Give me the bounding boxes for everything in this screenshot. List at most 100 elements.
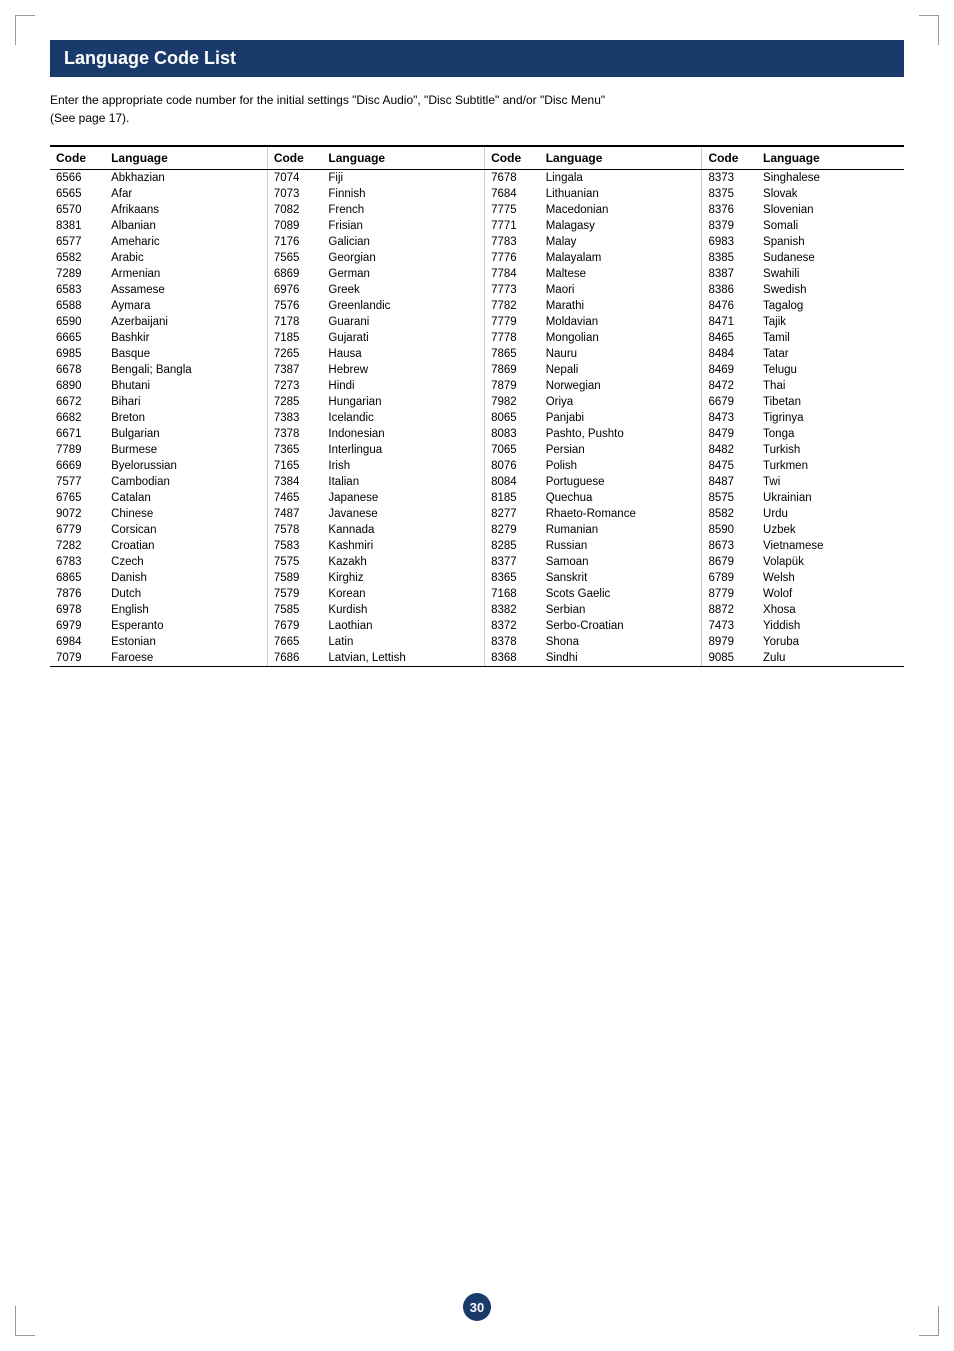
lang-name: Malay bbox=[540, 234, 687, 250]
lang-name: Welsh bbox=[757, 570, 904, 586]
table-row: 6669Byelorussian7165Irish8076Polish8475T… bbox=[50, 458, 904, 474]
table-header-row: Code Language Code Language Code Languag… bbox=[50, 146, 904, 170]
lang-name: Kashmiri bbox=[322, 538, 469, 554]
header-lang-2: Language bbox=[322, 146, 469, 170]
lang-code: 7378 bbox=[267, 426, 322, 442]
corner-mark-tr bbox=[919, 15, 939, 45]
lang-code: 7679 bbox=[267, 618, 322, 634]
lang-code: 7473 bbox=[702, 618, 757, 634]
lang-code: 7285 bbox=[267, 394, 322, 410]
lang-name: Malayalam bbox=[540, 250, 687, 266]
page-number: 30 bbox=[463, 1293, 491, 1321]
lang-code: 6671 bbox=[50, 426, 105, 442]
lang-name: Pashto, Pushto bbox=[540, 426, 687, 442]
lang-name: Scots Gaelic bbox=[540, 586, 687, 602]
table-row: 6583Assamese6976Greek7773Maori8386Swedis… bbox=[50, 282, 904, 298]
lang-name: Indonesian bbox=[322, 426, 469, 442]
lang-code: 7487 bbox=[267, 506, 322, 522]
lang-name: Bashkir bbox=[105, 330, 252, 346]
lang-code: 6984 bbox=[50, 634, 105, 650]
table-row: 6588Aymara7576Greenlandic7782Marathi8476… bbox=[50, 298, 904, 314]
lang-code: 7383 bbox=[267, 410, 322, 426]
lang-code: 6665 bbox=[50, 330, 105, 346]
table-row: 6979Esperanto7679Laothian8372Serbo-Croat… bbox=[50, 618, 904, 634]
lang-code: 6869 bbox=[267, 266, 322, 282]
lang-code: 6669 bbox=[50, 458, 105, 474]
lang-name: Bihari bbox=[105, 394, 252, 410]
lang-name: Twi bbox=[757, 474, 904, 490]
lang-name: Panjabi bbox=[540, 410, 687, 426]
lang-code: 8479 bbox=[702, 426, 757, 442]
lang-code: 6577 bbox=[50, 234, 105, 250]
lang-code: 7865 bbox=[485, 346, 540, 362]
lang-name: Zulu bbox=[757, 650, 904, 667]
lang-code: 7982 bbox=[485, 394, 540, 410]
lang-name: Faroese bbox=[105, 650, 252, 667]
lang-name: German bbox=[322, 266, 469, 282]
corner-mark-br bbox=[919, 1306, 939, 1336]
lang-code: 8065 bbox=[485, 410, 540, 426]
lang-name: Gujarati bbox=[322, 330, 469, 346]
lang-code: 7578 bbox=[267, 522, 322, 538]
lang-code: 6865 bbox=[50, 570, 105, 586]
lang-name: Oriya bbox=[540, 394, 687, 410]
lang-name: Persian bbox=[540, 442, 687, 458]
lang-name: Sudanese bbox=[757, 250, 904, 266]
table-row: 6590Azerbaijani7178Guarani7779Moldavian8… bbox=[50, 314, 904, 330]
lang-code: 7289 bbox=[50, 266, 105, 282]
lang-name: Danish bbox=[105, 570, 252, 586]
lang-code: 8471 bbox=[702, 314, 757, 330]
lang-code: 8076 bbox=[485, 458, 540, 474]
lang-code: 8386 bbox=[702, 282, 757, 298]
lang-code: 6978 bbox=[50, 602, 105, 618]
lang-name: Urdu bbox=[757, 506, 904, 522]
lang-name: Esperanto bbox=[105, 618, 252, 634]
lang-name: Thai bbox=[757, 378, 904, 394]
header-lang-4: Language bbox=[757, 146, 904, 170]
lang-name: Lithuanian bbox=[540, 186, 687, 202]
lang-code: 7387 bbox=[267, 362, 322, 378]
lang-name: Xhosa bbox=[757, 602, 904, 618]
lang-name: Samoan bbox=[540, 554, 687, 570]
lang-code: 8372 bbox=[485, 618, 540, 634]
lang-name: Portuguese bbox=[540, 474, 687, 490]
lang-name: Tibetan bbox=[757, 394, 904, 410]
lang-code: 6779 bbox=[50, 522, 105, 538]
lang-name: Wolof bbox=[757, 586, 904, 602]
lang-code: 7775 bbox=[485, 202, 540, 218]
lang-name: Sindhi bbox=[540, 650, 687, 667]
lang-code: 7583 bbox=[267, 538, 322, 554]
lang-name: Javanese bbox=[322, 506, 469, 522]
lang-code: 8285 bbox=[485, 538, 540, 554]
lang-code: 7575 bbox=[267, 554, 322, 570]
lang-code: 7869 bbox=[485, 362, 540, 378]
lang-name: Lingala bbox=[540, 170, 687, 187]
table-row: 6671Bulgarian7378Indonesian8083Pashto, P… bbox=[50, 426, 904, 442]
lang-name: Rumanian bbox=[540, 522, 687, 538]
lang-name: Yiddish bbox=[757, 618, 904, 634]
lang-name: Assamese bbox=[105, 282, 252, 298]
lang-name: Afrikaans bbox=[105, 202, 252, 218]
lang-name: Rhaeto-Romance bbox=[540, 506, 687, 522]
lang-code: 7273 bbox=[267, 378, 322, 394]
lang-name: Fiji bbox=[322, 170, 469, 187]
lang-name: Irish bbox=[322, 458, 469, 474]
table-row: 6985Basque7265Hausa7865Nauru8484Tatar bbox=[50, 346, 904, 362]
lang-code: 6985 bbox=[50, 346, 105, 362]
table-row: 6682Breton7383Icelandic8065Panjabi8473Ti… bbox=[50, 410, 904, 426]
lang-name: Slovak bbox=[757, 186, 904, 202]
table-row: 9072Chinese7487Javanese8277Rhaeto-Romanc… bbox=[50, 506, 904, 522]
lang-name: Moldavian bbox=[540, 314, 687, 330]
table-row: 6890Bhutani7273Hindi7879Norwegian8472Tha… bbox=[50, 378, 904, 394]
header-lang-3: Language bbox=[540, 146, 687, 170]
lang-name: Telugu bbox=[757, 362, 904, 378]
lang-code: 8382 bbox=[485, 602, 540, 618]
table-row: 7876Dutch7579Korean7168Scots Gaelic8779W… bbox=[50, 586, 904, 602]
lang-name: Tamil bbox=[757, 330, 904, 346]
lang-name: Albanian bbox=[105, 218, 252, 234]
corner-mark-bl bbox=[15, 1306, 35, 1336]
lang-name: Basque bbox=[105, 346, 252, 362]
lang-code: 7082 bbox=[267, 202, 322, 218]
lang-code: 7776 bbox=[485, 250, 540, 266]
lang-name: Tajik bbox=[757, 314, 904, 330]
